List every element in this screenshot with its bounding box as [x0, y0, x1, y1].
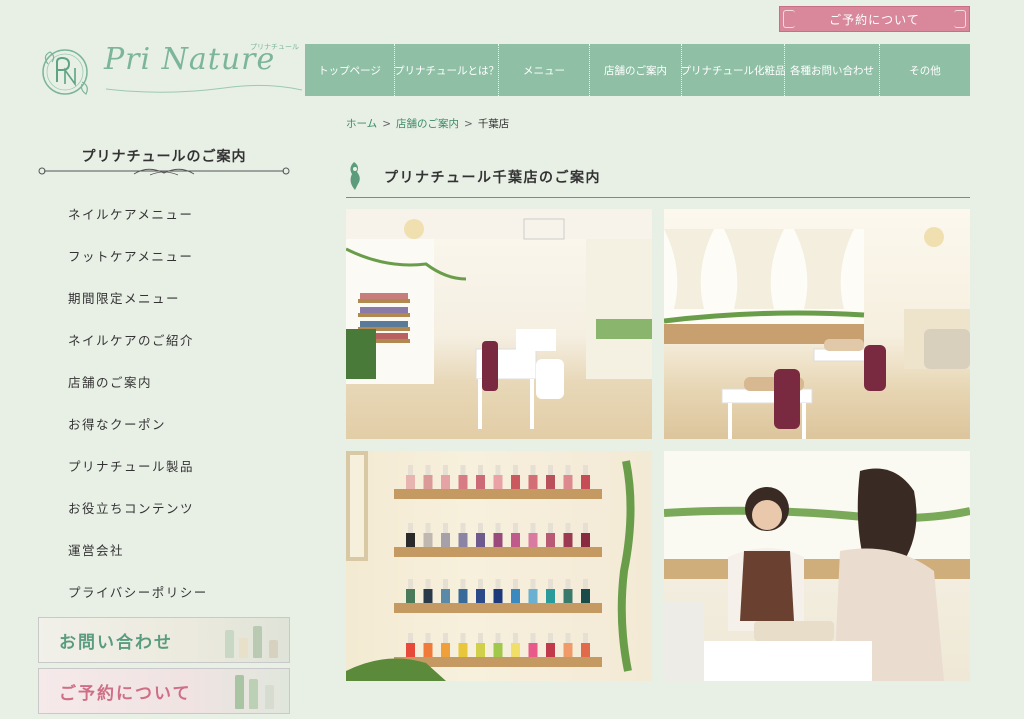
reserve-top-button[interactable]: ご予約について	[779, 6, 970, 32]
nav-item-cosmetics[interactable]: プリナチュール化粧品	[681, 44, 786, 96]
logo-flourish	[105, 84, 303, 93]
reserve-top-label: ご予約について	[829, 12, 920, 27]
logo-subtext: プリナチュール	[250, 43, 299, 51]
sidebar-item-coupons[interactable]: お得なクーポン	[68, 414, 208, 456]
breadcrumb-separator: >	[464, 118, 473, 130]
sidebar-ornament	[38, 167, 290, 176]
sidebar-item-company[interactable]: 運営会社	[68, 540, 208, 582]
heading-divider	[346, 197, 970, 198]
leaf-ornament-icon	[350, 162, 360, 190]
nav-item-menu[interactable]: メニュー	[499, 44, 590, 96]
nav-item-stores[interactable]: 店舗のご案内	[590, 44, 682, 96]
bottle-image	[269, 640, 278, 658]
bottle-image	[235, 675, 244, 709]
contact-banner-label: お問い合わせ	[59, 632, 173, 653]
ornament-corner-left	[783, 10, 795, 28]
nail-polish-shelf-photo	[346, 451, 652, 681]
breadcrumb-stores[interactable]: 店舗のご案内	[396, 118, 459, 130]
breadcrumb: ホーム > 店舗のご案内 > 千葉店	[346, 116, 509, 131]
page-title: プリナチュール千葉店のご案内	[384, 170, 601, 186]
ornament-corner-right	[954, 10, 966, 28]
nail-care-session-photo	[664, 451, 970, 681]
reserve-banner-label: ご予約について	[59, 683, 192, 704]
breadcrumb-separator: >	[382, 118, 391, 130]
nav-item-about[interactable]: プリナチュールとは？	[394, 44, 499, 96]
breadcrumb-current: 千葉店	[477, 118, 510, 130]
logo-emblem-icon	[42, 49, 88, 95]
sidebar-item-nailcare-menu[interactable]: ネイルケアメニュー	[68, 204, 208, 246]
global-nav: トップページ プリナチュールとは？ メニュー 店舗のご案内 プリナチュール化粧品…	[305, 44, 970, 96]
site-logo[interactable]: Pri Nature プリナチュール	[38, 40, 303, 102]
sidebar-item-limited-menu[interactable]: 期間限定メニュー	[68, 288, 208, 330]
sidebar-item-nailcare-intro[interactable]: ネイルケアのご紹介	[68, 330, 208, 372]
bottle-image	[249, 679, 258, 709]
salon-tables-photo	[664, 209, 970, 439]
bottle-image	[225, 630, 234, 658]
bottle-image	[239, 638, 248, 658]
salon-interior-photo	[346, 209, 652, 439]
nav-item-other[interactable]: その他	[880, 44, 970, 96]
reserve-banner[interactable]: ご予約について	[38, 668, 290, 714]
sidebar-item-contents[interactable]: お役立ちコンテンツ	[68, 498, 208, 540]
sidebar-item-products[interactable]: プリナチュール製品	[68, 456, 208, 498]
contact-banner[interactable]: お問い合わせ	[38, 617, 290, 663]
breadcrumb-home[interactable]: ホーム	[346, 118, 377, 130]
sidebar-item-footcare-menu[interactable]: フットケアメニュー	[68, 246, 208, 288]
sidebar-menu: ネイルケアメニュー フットケアメニュー 期間限定メニュー ネイルケアのご紹介 店…	[68, 204, 208, 624]
bottle-image	[253, 626, 262, 658]
nav-item-top[interactable]: トップページ	[305, 44, 395, 96]
sidebar-item-stores[interactable]: 店舗のご案内	[68, 372, 208, 414]
nav-item-contact[interactable]: 各種お問い合わせ	[785, 44, 880, 96]
bottle-image	[265, 685, 274, 709]
